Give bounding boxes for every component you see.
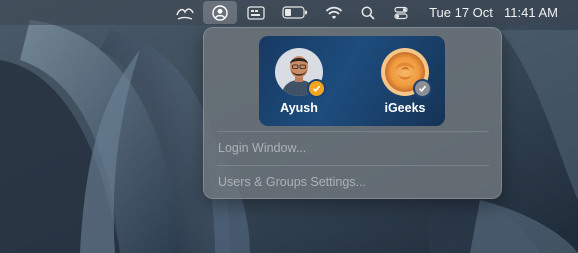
user-tile-ayush[interactable]: Ayush [259,40,339,124]
user-account-menu-button[interactable] [203,1,237,24]
user-tile-igeeks[interactable]: iGeeks [365,40,445,124]
date-text: Tue 17 Oct [429,5,493,20]
users-groups-settings-menu-item[interactable]: Users & Groups Settings... [218,175,366,189]
users-card: Ayush iGeeks [259,36,445,126]
menu-bar: Tue 17 Oct 11:41 AM [0,0,578,25]
avatar [275,48,326,98]
user-check-icon [413,79,432,98]
user-switcher-menu: Ayush iGeeks Login Window... Users & Gro… [203,27,502,199]
separator [217,165,489,166]
active-user-check-icon [307,79,326,98]
control-center-icon[interactable] [390,0,412,25]
login-window-menu-item[interactable]: Login Window... [218,141,306,155]
menu-bar-clock[interactable]: 11:41 AM [499,0,563,25]
battery-icon[interactable] [280,0,310,25]
menu-bar-date[interactable]: Tue 17 Oct [425,0,497,25]
wifi-icon[interactable] [322,0,346,25]
user-account-icon [212,4,228,21]
separator [217,131,489,132]
user-name: iGeeks [384,101,426,115]
weather-icon[interactable] [173,0,197,25]
search-icon[interactable] [357,0,379,25]
user-name: Ayush [280,101,318,115]
avatar [381,48,432,98]
time-text: 11:41 AM [504,5,558,20]
input-source-icon[interactable] [244,0,268,25]
